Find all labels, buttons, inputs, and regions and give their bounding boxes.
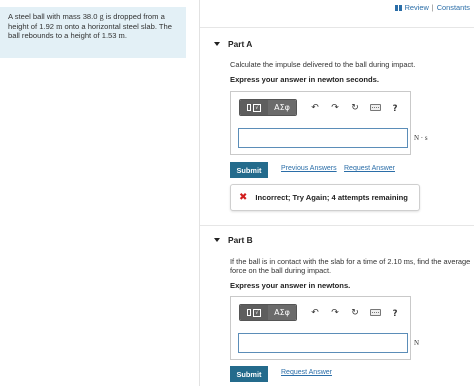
part-a-answer-input[interactable]: [238, 128, 408, 148]
undo-icon[interactable]: ↶: [305, 100, 325, 115]
incorrect-x-icon: ✖: [239, 192, 248, 203]
greek-symbols-button[interactable]: ΑΣφ: [268, 100, 296, 115]
part-a-express: Express your answer in newton seconds.: [230, 75, 379, 84]
part-a-title: Part A: [228, 39, 253, 49]
sqrt-icon: √: [253, 308, 261, 317]
book-icon: [394, 4, 402, 11]
feedback-text: Incorrect; Try Again; 4 attempts remaini…: [255, 193, 408, 202]
template-group: √ ΑΣφ: [239, 304, 297, 321]
part-a-request-answer-link[interactable]: Request Answer: [344, 165, 395, 172]
redo-icon[interactable]: ↷: [325, 305, 345, 320]
previous-answers-link[interactable]: Previous Answers: [281, 165, 337, 172]
part-b-unit: N: [414, 339, 420, 347]
part-a-prompt: Calculate the impulse delivered to the b…: [230, 60, 416, 69]
templates-button[interactable]: √: [240, 100, 268, 115]
reset-icon[interactable]: ↻: [345, 305, 365, 320]
problem-line-3: ball rebounds to a height of 1.53 m.: [8, 31, 127, 41]
keyboard-icon: [369, 309, 381, 316]
sqrt-icon: √: [253, 103, 261, 112]
top-links: Review | Constants: [394, 3, 470, 12]
fraction-icon: [247, 309, 251, 316]
problem-line-1: A steel ball with mass 38.0 g is dropped…: [8, 12, 165, 21]
problem-statement: A steel ball with mass 38.0 g is dropped…: [0, 7, 186, 58]
review-link[interactable]: Review: [405, 3, 429, 12]
part-a-unit: N · s: [414, 134, 428, 142]
collapse-caret-icon[interactable]: [214, 238, 220, 242]
feedback-box: ✖ Incorrect; Try Again; 4 attempts remai…: [230, 184, 420, 211]
reset-icon[interactable]: ↻: [345, 100, 365, 115]
part-b-express: Express your answer in newtons.: [230, 281, 351, 290]
part-b-header[interactable]: Part B: [214, 235, 253, 245]
part-a-header[interactable]: Part A: [214, 39, 252, 49]
collapse-caret-icon[interactable]: [214, 42, 220, 46]
problem-line-2: height of 1.92 m onto a horizontal steel…: [8, 21, 172, 31]
part-b-request-answer-link[interactable]: Request Answer: [281, 369, 332, 376]
keyboard-button[interactable]: [365, 100, 385, 115]
fraction-icon: [247, 104, 251, 111]
help-icon[interactable]: ?: [385, 305, 405, 320]
part-b-prompt-line-2: force on the ball during impact.: [230, 266, 332, 276]
redo-icon[interactable]: ↷: [325, 100, 345, 115]
part-b-title: Part B: [228, 235, 253, 245]
math-toolbar: √ ΑΣφ ↶ ↷ ↻ ?: [239, 304, 405, 321]
undo-icon[interactable]: ↶: [305, 305, 325, 320]
templates-button[interactable]: √: [240, 305, 268, 320]
divider: [200, 225, 474, 226]
template-group: √ ΑΣφ: [239, 99, 297, 116]
part-b-prompt: If the ball is in contact with the slab …: [230, 257, 470, 276]
main-panel: Review | Constants Part A Calculate the …: [199, 0, 474, 386]
part-a-submit-button[interactable]: Submit: [230, 162, 268, 178]
keyboard-button[interactable]: [365, 305, 385, 320]
constants-link[interactable]: Constants: [437, 3, 470, 12]
greek-symbols-button[interactable]: ΑΣφ: [268, 305, 296, 320]
part-b-prompt-line-1: If the ball is in contact with the slab …: [230, 257, 471, 266]
separator: |: [431, 3, 434, 12]
part-b-answer-input[interactable]: [238, 333, 408, 353]
time-unit: ms: [403, 257, 414, 266]
keyboard-icon: [369, 104, 381, 111]
math-toolbar: √ ΑΣφ ↶ ↷ ↻ ?: [239, 99, 405, 116]
divider: [200, 27, 474, 28]
part-b-submit-button[interactable]: Submit: [230, 366, 268, 382]
help-icon[interactable]: ?: [385, 100, 405, 115]
part-a-answer-box: √ ΑΣφ ↶ ↷ ↻ ?: [230, 91, 411, 155]
part-b-answer-box: √ ΑΣφ ↶ ↷ ↻ ?: [230, 296, 411, 360]
